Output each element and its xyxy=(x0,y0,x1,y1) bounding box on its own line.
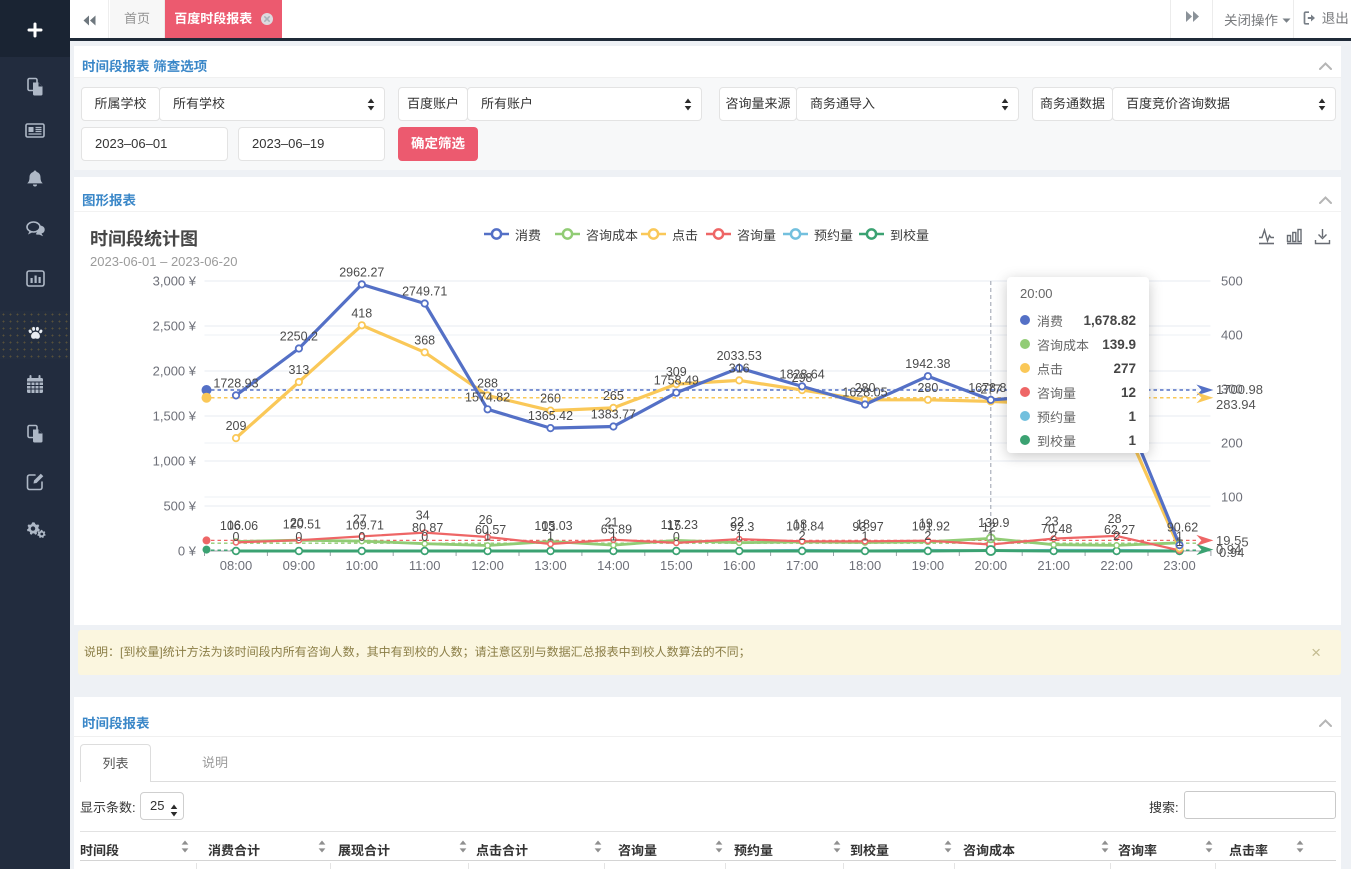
svg-text:0: 0 xyxy=(358,530,365,544)
svg-text:18:00: 18:00 xyxy=(849,558,882,573)
svg-text:11:00: 11:00 xyxy=(409,558,441,573)
svg-text:1700.98: 1700.98 xyxy=(1216,382,1263,397)
svg-text:16:00: 16:00 xyxy=(723,558,756,573)
svg-text:1383.77: 1383.77 xyxy=(591,408,636,422)
svg-text:23:00: 23:00 xyxy=(1163,558,1196,573)
svg-text:368: 368 xyxy=(414,333,435,347)
svg-text:209: 209 xyxy=(226,419,247,433)
svg-text:280: 280 xyxy=(855,381,876,395)
svg-text:1365.42: 1365.42 xyxy=(528,409,573,423)
svg-text:2250.2: 2250.2 xyxy=(280,330,318,344)
svg-text:0: 0 xyxy=(295,530,302,544)
svg-text:1: 1 xyxy=(547,530,554,544)
svg-text:500 ¥: 500 ¥ xyxy=(163,499,196,514)
svg-text:2962.27: 2962.27 xyxy=(339,265,384,279)
svg-text:0: 0 xyxy=(673,530,680,544)
svg-text:316: 316 xyxy=(729,361,750,375)
svg-text:400: 400 xyxy=(1221,328,1243,343)
svg-text:14:00: 14:00 xyxy=(597,558,630,573)
svg-text:19:00: 19:00 xyxy=(912,558,945,573)
svg-text:2: 2 xyxy=(1050,529,1057,543)
svg-text:3,000 ¥: 3,000 ¥ xyxy=(153,274,197,289)
svg-text:139.9: 139.9 xyxy=(978,516,1009,530)
svg-text:2749.71: 2749.71 xyxy=(402,285,447,299)
svg-text:17:00: 17:00 xyxy=(786,558,819,573)
svg-text:1: 1 xyxy=(610,530,617,544)
svg-text:09:00: 09:00 xyxy=(283,558,316,573)
svg-text:21:00: 21:00 xyxy=(1037,558,1070,573)
svg-text:1: 1 xyxy=(484,530,491,544)
svg-text:0: 0 xyxy=(233,530,240,544)
svg-text:1942.38: 1942.38 xyxy=(905,357,950,371)
svg-text:2: 2 xyxy=(1113,529,1120,543)
svg-text:1,500 ¥: 1,500 ¥ xyxy=(153,409,197,424)
svg-text:265: 265 xyxy=(603,389,624,403)
svg-text:20:00: 20:00 xyxy=(975,558,1008,573)
svg-text:1: 1 xyxy=(987,530,994,544)
svg-text:10:00: 10:00 xyxy=(346,558,379,573)
svg-text:418: 418 xyxy=(351,306,372,320)
svg-text:1: 1 xyxy=(736,530,743,544)
svg-text:08:00: 08:00 xyxy=(220,558,253,573)
svg-text:0.94: 0.94 xyxy=(1219,545,1244,560)
svg-text:280: 280 xyxy=(917,381,938,395)
svg-text:15:00: 15:00 xyxy=(660,558,693,573)
svg-text:100: 100 xyxy=(1221,490,1243,505)
svg-text:2: 2 xyxy=(799,529,806,543)
svg-text:0 ¥: 0 ¥ xyxy=(178,544,197,559)
svg-text:313: 313 xyxy=(288,363,309,377)
svg-text:22:00: 22:00 xyxy=(1100,558,1133,573)
svg-text:0: 0 xyxy=(421,530,428,544)
svg-text:2,000 ¥: 2,000 ¥ xyxy=(153,364,197,379)
svg-text:2: 2 xyxy=(924,529,931,543)
svg-text:277: 277 xyxy=(980,382,1001,396)
svg-text:200: 200 xyxy=(1221,436,1243,451)
svg-text:1: 1 xyxy=(862,530,869,544)
svg-text:1,000 ¥: 1,000 ¥ xyxy=(153,454,197,469)
svg-text:260: 260 xyxy=(540,392,561,406)
svg-text:283.94: 283.94 xyxy=(1216,397,1256,412)
svg-text:298: 298 xyxy=(792,371,813,385)
svg-text:1: 1 xyxy=(1176,535,1183,549)
svg-text:288: 288 xyxy=(477,377,498,391)
svg-text:1574.82: 1574.82 xyxy=(465,390,510,404)
svg-text:1728.93: 1728.93 xyxy=(213,376,258,390)
svg-text:500: 500 xyxy=(1221,274,1243,289)
svg-text:12:00: 12:00 xyxy=(471,558,504,573)
svg-text:2,500 ¥: 2,500 ¥ xyxy=(153,319,197,334)
svg-text:13:00: 13:00 xyxy=(534,558,567,573)
svg-text:309: 309 xyxy=(666,365,687,379)
